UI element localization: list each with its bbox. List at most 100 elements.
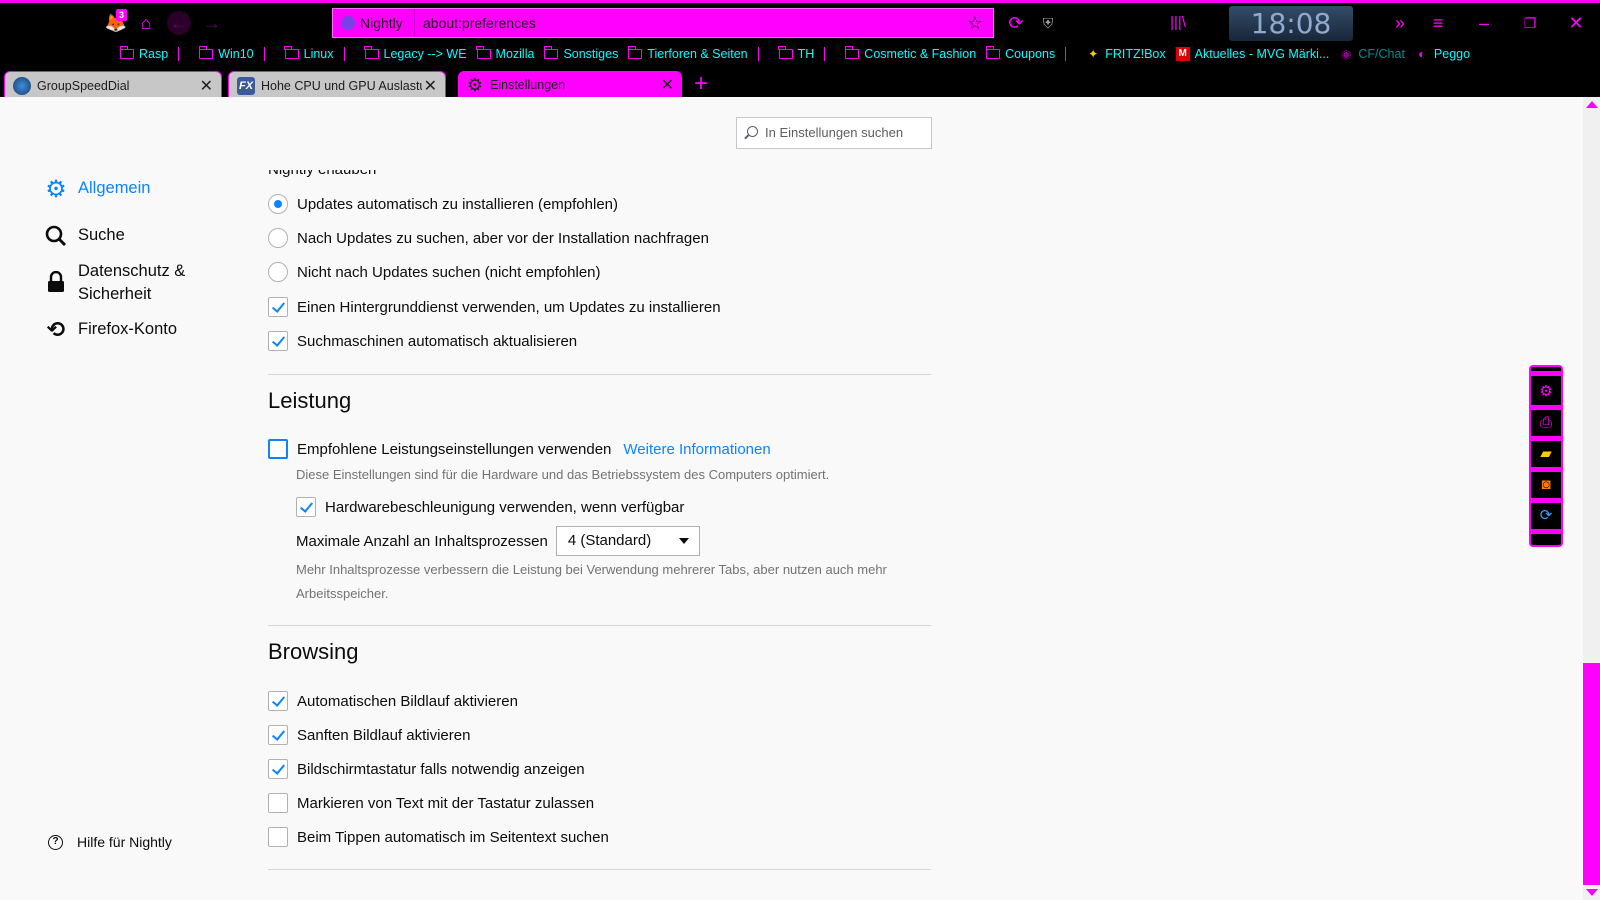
radio-never-check[interactable]: Nicht nach Updates suchen (nicht empfohl… bbox=[268, 262, 601, 282]
checkbox[interactable] bbox=[268, 725, 288, 745]
bookmark-mozilla[interactable]: Mozilla bbox=[476, 46, 534, 61]
chat-icon: ◉ bbox=[1341, 47, 1352, 61]
folder-icon bbox=[119, 46, 134, 59]
checkbox-background-service[interactable]: Einen Hintergrunddienst verwenden, um Up… bbox=[268, 297, 721, 317]
new-tab-plus-icon[interactable]: + bbox=[694, 70, 708, 98]
category-label: Allgemein bbox=[78, 179, 151, 197]
checkbox-touch-keyboard[interactable]: Bildschirmtastatur falls notwendig anzei… bbox=[268, 759, 585, 779]
checkbox[interactable] bbox=[268, 331, 288, 351]
bookmark-label: Tierforen & Seiten bbox=[647, 47, 748, 61]
radio-button[interactable] bbox=[268, 194, 288, 214]
settings-gear-icon[interactable]: ⚙ bbox=[1536, 382, 1556, 402]
folder-icon bbox=[844, 46, 860, 59]
radio-check-ask[interactable]: Nach Updates zu suchen, aber vor der Ins… bbox=[268, 228, 709, 248]
checkbox-smooth-scroll[interactable]: Sanften Bildlauf aktivieren bbox=[268, 725, 470, 745]
checkbox[interactable] bbox=[296, 497, 316, 517]
hamburger-menu-icon[interactable]: ≡ bbox=[1426, 11, 1450, 35]
bookmark-coupons[interactable]: Coupons bbox=[985, 46, 1055, 61]
category-suche[interactable]: Suche bbox=[44, 224, 125, 248]
tab-hohe-cpu[interactable]: FX Hohe CPU und GPU Auslastung ✕ bbox=[228, 71, 446, 99]
section-divider bbox=[268, 625, 931, 626]
tab-einstellungen[interactable]: ⚙ Einstellungen ✕ bbox=[458, 71, 682, 99]
checkbox-hw-acceleration[interactable]: Hardwarebeschleunigung verwenden, wenn v… bbox=[296, 497, 684, 517]
folder-icon bbox=[364, 46, 379, 59]
bookmark-linux[interactable]: Linux bbox=[284, 46, 334, 61]
folder-icon bbox=[778, 46, 793, 59]
checkbox-recommended-performance[interactable]: Empfohlene Leistungseinstellungen verwen… bbox=[268, 439, 771, 459]
category-allgemein[interactable]: ⚙ Allgemein bbox=[44, 176, 151, 203]
clock-widget: 18:08 bbox=[1229, 6, 1353, 41]
radio-auto-install[interactable]: Updates automatisch zu installieren (emp… bbox=[268, 194, 618, 214]
tab-close-icon[interactable]: ✕ bbox=[661, 75, 674, 95]
site-identity[interactable]: Nightly bbox=[333, 9, 415, 37]
library-icon[interactable]: |||\ bbox=[1166, 11, 1190, 35]
bookmark-sonstiges[interactable]: Sonstiges bbox=[543, 46, 618, 61]
bookmark-label: Linux bbox=[303, 47, 334, 61]
checkbox[interactable] bbox=[268, 691, 288, 711]
preferences-search-input[interactable]: In Einstellungen suchen bbox=[736, 117, 932, 149]
folder-icon bbox=[627, 46, 643, 59]
checkbox[interactable] bbox=[268, 759, 288, 779]
scroll-up-arrow-icon[interactable] bbox=[1586, 101, 1598, 108]
bookmark-fritzbox[interactable]: ✦ FRITZ!Box bbox=[1086, 47, 1165, 61]
home-icon[interactable]: ⌂ bbox=[134, 11, 158, 35]
checkbox-autoscroll[interactable]: Automatischen Bildlauf aktivieren bbox=[268, 691, 518, 711]
restore-icon[interactable]: ❐ bbox=[1518, 11, 1542, 35]
checkbox[interactable] bbox=[268, 793, 288, 813]
bookmark-star-icon[interactable]: ☆ bbox=[967, 9, 983, 37]
bookmark-cf-chat[interactable]: ◉ CF/Chat bbox=[1339, 47, 1405, 61]
bookmark-peggo[interactable]: ◐ Peggo bbox=[1415, 47, 1470, 61]
performance-heading: Leistung bbox=[268, 388, 352, 413]
bookmark-rasp[interactable]: Rasp bbox=[119, 46, 168, 61]
overflow-chevron-icon[interactable]: » bbox=[1388, 11, 1412, 35]
help-link[interactable]: ? Hilfe für Nightly bbox=[48, 834, 172, 850]
vertical-scrollbar[interactable] bbox=[1583, 97, 1600, 900]
bookmarks-toolbar: Rasp Win10 Linux Legacy --> WE Mozilla S… bbox=[119, 43, 1480, 65]
checkbox[interactable] bbox=[268, 827, 288, 847]
radio-button[interactable] bbox=[268, 262, 288, 282]
tab-groupspeeddial[interactable]: GroupSpeedDial ✕ bbox=[4, 71, 222, 99]
tab-close-icon[interactable]: ✕ bbox=[421, 76, 437, 96]
screenshot-icon[interactable]: ◙ bbox=[1536, 475, 1556, 495]
radio-label: Updates automatisch zu installieren (emp… bbox=[297, 195, 618, 213]
radio-button[interactable] bbox=[268, 228, 288, 248]
checkbox[interactable] bbox=[268, 439, 288, 459]
checkbox-caret-browsing[interactable]: Markieren von Text mit der Tastatur zula… bbox=[268, 793, 594, 813]
lock-icon bbox=[44, 270, 68, 294]
content-processes-select[interactable]: 4 (Standard) bbox=[555, 526, 700, 556]
bookmark-mvg[interactable]: M Aktuelles - MVG Märki... bbox=[1175, 47, 1329, 61]
bookmark-cosmetic-fashion[interactable]: Cosmetic & Fashion bbox=[844, 46, 976, 61]
scroll-down-arrow-icon[interactable] bbox=[1586, 889, 1598, 896]
checkbox-search-engines-update[interactable]: Suchmaschinen automatisch aktualisieren bbox=[268, 331, 577, 351]
bookmark-win10[interactable]: Win10 bbox=[198, 46, 254, 61]
reload-icon[interactable]: ⟳ bbox=[1004, 11, 1028, 35]
back-button-icon[interactable]: ← bbox=[167, 11, 191, 35]
bookmark-th[interactable]: TH bbox=[778, 46, 814, 61]
checkbox-label: Sanften Bildlauf aktivieren bbox=[297, 726, 471, 744]
open-folder-icon[interactable]: ▰ bbox=[1536, 444, 1556, 464]
minimize-icon[interactable]: – bbox=[1472, 11, 1496, 35]
url-text[interactable]: about:preferences bbox=[423, 9, 536, 37]
print-icon[interactable]: ⎙ bbox=[1536, 413, 1556, 433]
forward-button-icon[interactable]: → bbox=[200, 11, 224, 35]
refresh-icon[interactable]: ⟳ bbox=[1536, 506, 1556, 526]
learn-more-link[interactable]: Weitere Informationen bbox=[623, 441, 770, 458]
scrollbar-thumb[interactable] bbox=[1583, 663, 1600, 885]
category-firefox-konto[interactable]: ⟲ Firefox-Konto bbox=[44, 317, 177, 342]
bookmark-legacy-we[interactable]: Legacy --> WE bbox=[364, 46, 467, 61]
ublock-shield-icon[interactable]: ⛨ bbox=[1036, 11, 1060, 35]
checkbox-label: Empfohlene Leistungseinstellungen verwen… bbox=[297, 440, 612, 458]
tab-close-icon[interactable]: ✕ bbox=[200, 76, 213, 96]
nav-toolbar: 🦊 3 ⌂ ← → Nightly about:preferences ☆ ⟳ … bbox=[0, 3, 1600, 43]
url-bar[interactable]: Nightly about:preferences ☆ bbox=[332, 8, 994, 38]
forum-fx-icon: FX bbox=[237, 76, 255, 95]
checkbox-label: Beim Tippen automatisch im Seitentext su… bbox=[297, 828, 609, 846]
tab-title: GroupSpeedDial bbox=[37, 78, 130, 93]
checkbox-find-as-you-type[interactable]: Beim Tippen automatisch im Seitentext su… bbox=[268, 827, 609, 847]
bookmark-tierforen[interactable]: Tierforen & Seiten bbox=[627, 46, 748, 61]
bookmark-separator bbox=[343, 47, 345, 61]
search-icon bbox=[747, 126, 758, 137]
close-window-icon[interactable]: ✕ bbox=[1564, 11, 1588, 35]
category-datenschutz[interactable]: Datenschutz & Sicherheit bbox=[44, 260, 198, 306]
checkbox[interactable] bbox=[268, 297, 288, 317]
